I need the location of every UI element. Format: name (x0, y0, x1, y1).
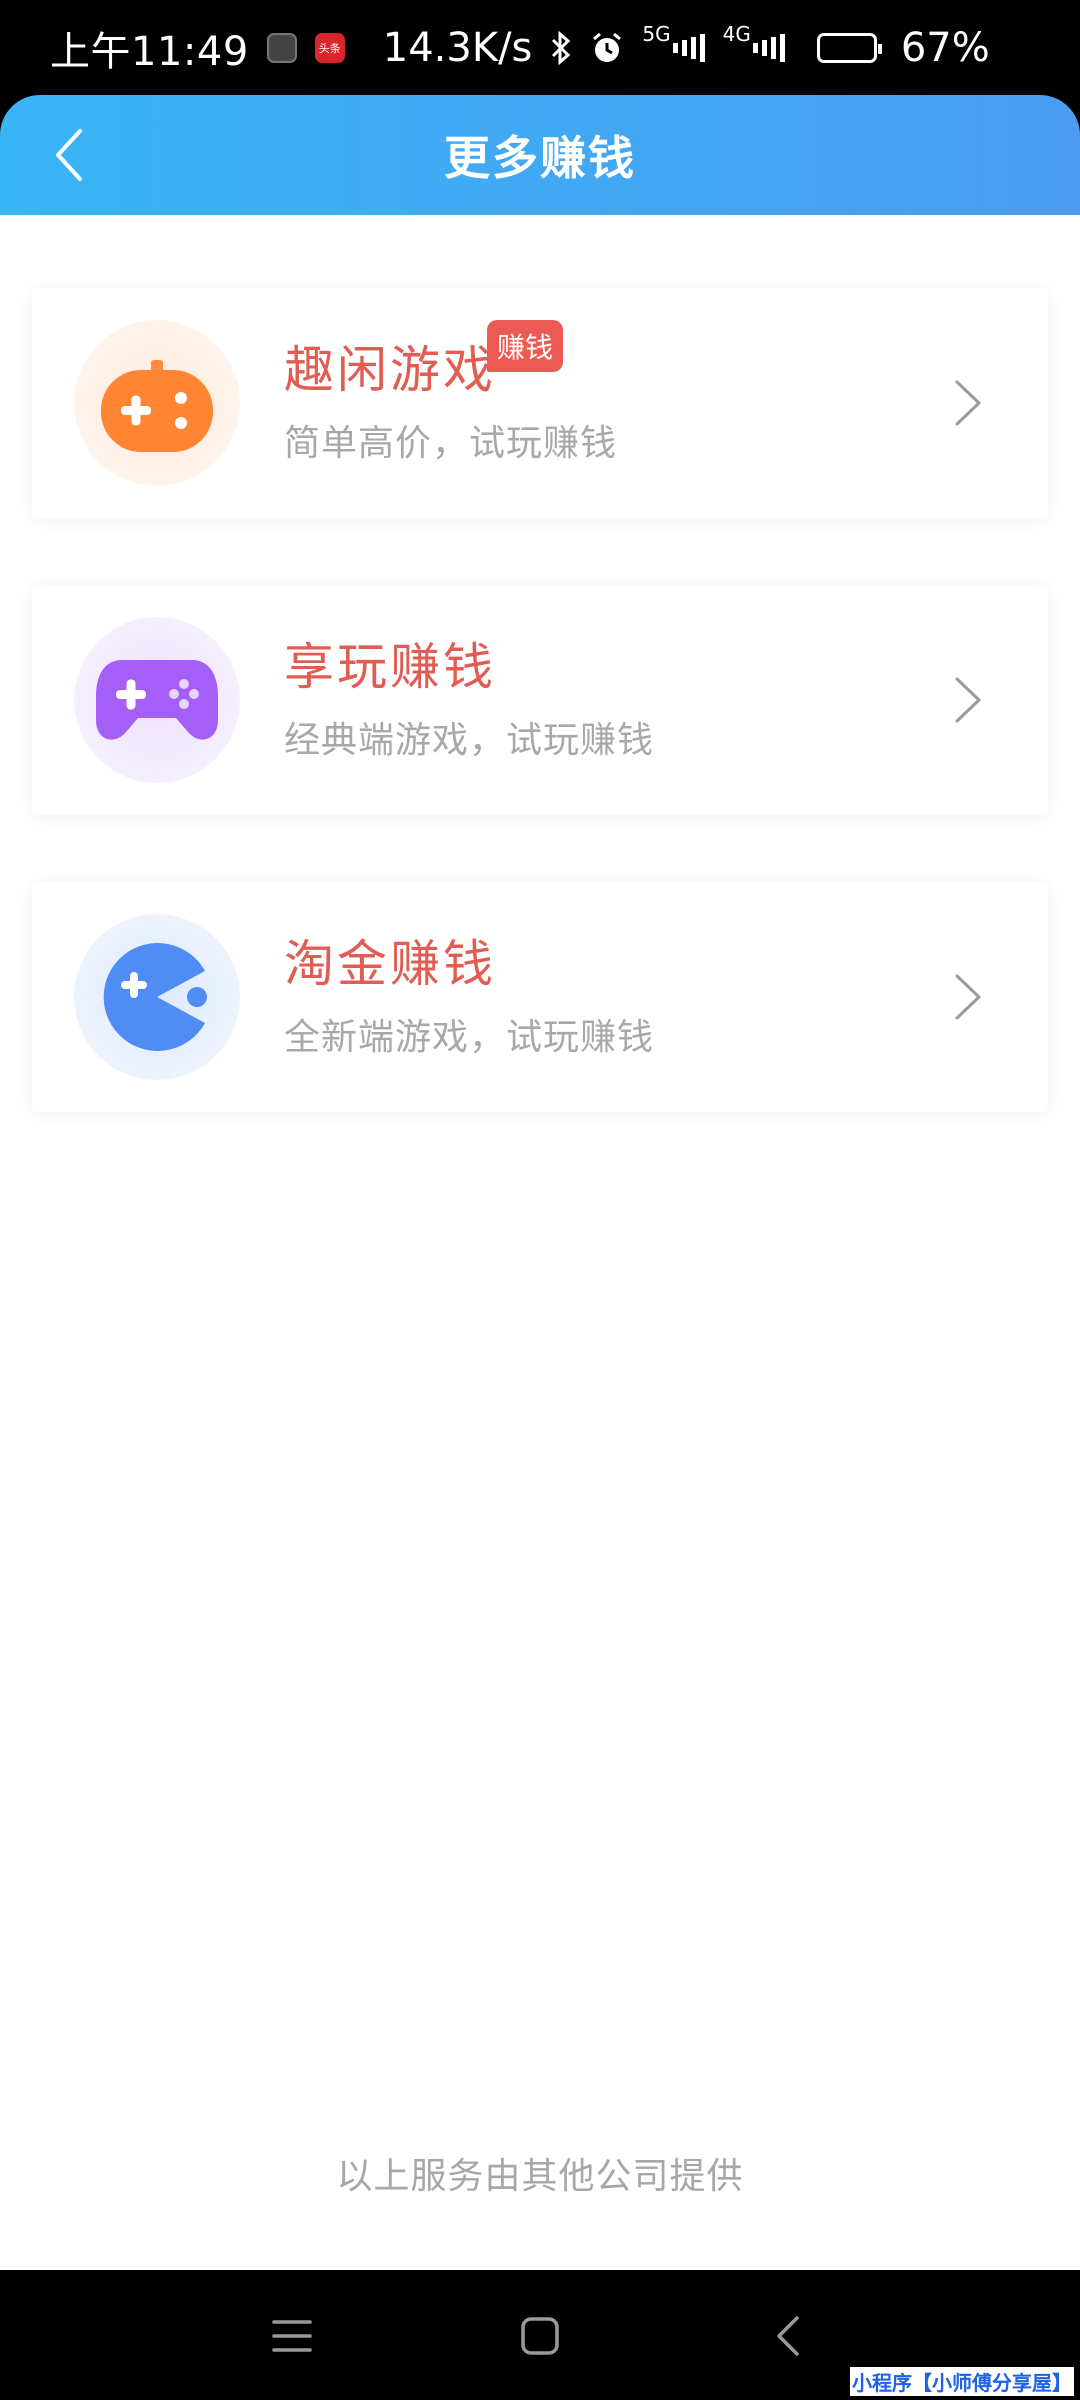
navigation-bar: 小程序【小师傅分享屋】 (0, 2270, 1080, 2400)
card-title: 趣闲游戏 (284, 341, 496, 399)
gold-rush-icon-wrap (74, 914, 240, 1080)
battery-percent: 67% (900, 24, 990, 71)
menu-icon (272, 2320, 312, 2352)
alarm-icon (590, 31, 624, 65)
chevron-right-icon (938, 670, 998, 730)
status-bar: 上午11:49 头条 14.3K/s 5G 4G 67% (0, 0, 1080, 95)
clock-app-icon (266, 32, 297, 63)
signal-icon-2 (752, 33, 785, 63)
pacman-icon (103, 943, 207, 1051)
card-title: 淘金赚钱 (284, 935, 496, 993)
chevron-right-icon (938, 373, 998, 433)
card-gold-rush[interactable]: 淘金赚钱 全新端游戏，试玩赚钱 (32, 882, 1048, 1112)
game-controller-icon (101, 360, 213, 452)
page-title: 更多赚钱 (444, 131, 636, 185)
card-casual-games[interactable]: 趣闲游戏 简单高价，试玩赚钱 赚钱 (32, 288, 1048, 518)
enjoy-play-text: 享玩赚钱 经典端游戏，试玩赚钱 (284, 637, 938, 763)
content-area: 趣闲游戏 简单高价，试玩赚钱 赚钱 享玩赚钱 经典端游戏，试玩赚钱 淘金赚钱 全… (0, 215, 1080, 2270)
news-app-icon: 头条 (314, 32, 345, 63)
casual-games-text: 趣闲游戏 简单高价，试玩赚钱 赚钱 (284, 320, 938, 466)
battery-icon (816, 32, 882, 63)
card-title: 享玩赚钱 (284, 638, 496, 696)
home-icon (521, 2317, 559, 2355)
bluetooth-icon (550, 30, 572, 65)
back-icon (777, 2316, 799, 2356)
signal-icon-1 (672, 33, 705, 63)
back-button[interactable] (40, 125, 100, 185)
watermark: 小程序【小师傅分享屋】 (850, 2367, 1074, 2396)
gold-rush-text: 淘金赚钱 全新端游戏，试玩赚钱 (284, 934, 938, 1060)
home-button[interactable] (508, 2304, 572, 2368)
network-4g: 4G (722, 22, 751, 46)
gamepad-icon (96, 660, 218, 740)
card-subtitle: 简单高价，试玩赚钱 (284, 423, 618, 464)
status-time: 上午11:49 (50, 28, 249, 75)
network-5g: 5G (642, 22, 671, 46)
earn-badge: 赚钱 (487, 320, 564, 372)
footer-note: 以上服务由其他公司提供 (336, 2156, 744, 2197)
chevron-left-icon (56, 129, 82, 181)
app-header: 更多赚钱 (0, 95, 1080, 215)
net-speed: 14.3K/s (382, 24, 533, 71)
nav-back-button[interactable] (756, 2304, 820, 2368)
menu-button[interactable] (260, 2304, 324, 2368)
casual-games-icon-wrap (74, 320, 240, 486)
card-subtitle: 全新端游戏，试玩赚钱 (284, 1017, 655, 1058)
enjoy-play-icon-wrap (74, 617, 240, 783)
screen: 上午11:49 头条 14.3K/s 5G 4G 67% 更多赚钱 趣闲游戏 简… (0, 0, 1080, 2400)
card-enjoy-play[interactable]: 享玩赚钱 经典端游戏，试玩赚钱 (32, 585, 1048, 815)
card-subtitle: 经典端游戏，试玩赚钱 (284, 720, 655, 761)
chevron-right-icon (938, 967, 998, 1027)
